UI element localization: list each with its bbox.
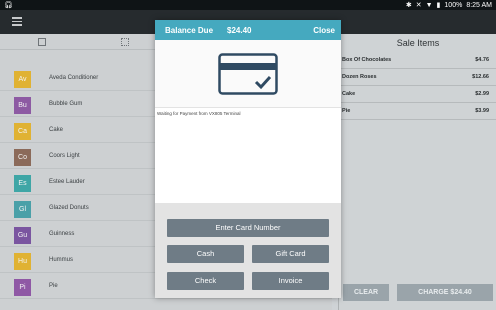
product-name: Coors Light: [49, 153, 80, 159]
sale-item-price: $2.99: [475, 91, 489, 97]
product-name: Bubble Gum: [49, 101, 83, 107]
wifi-icon: ▼: [425, 1, 433, 9]
product-swatch: Hu: [14, 253, 31, 270]
product-name: Estee Lauder: [49, 179, 85, 185]
calculator-icon[interactable]: [38, 38, 46, 46]
sale-item-name: Box Of Chocolates: [342, 57, 392, 63]
product-name: Aveda Conditioner: [49, 75, 99, 81]
product-swatch: Gl: [14, 201, 31, 218]
sale-item-price: $4.76: [475, 57, 489, 63]
credit-card-check-icon: [218, 53, 278, 95]
product-swatch: Co: [14, 149, 31, 166]
charge-button[interactable]: CHARGE $24.40: [397, 284, 493, 301]
product-name: Hummus: [49, 257, 74, 263]
sale-item-name: Dozen Roses: [342, 74, 377, 80]
enter-card-number-button[interactable]: Enter Card Number: [167, 219, 329, 237]
product-name: Guinness: [49, 231, 75, 237]
close-button[interactable]: Close: [313, 26, 335, 35]
sale-item-name: Pie: [342, 108, 351, 114]
product-swatch: Av: [14, 71, 31, 88]
status-bar: 🎧︎ ✱ ✕ ▼ ▮ 100% 8:25 AM: [0, 0, 496, 10]
sale-item-name: Cake: [342, 91, 356, 97]
sale-item-row[interactable]: Dozen Roses $12.66: [339, 69, 496, 86]
check-button[interactable]: Check: [167, 272, 244, 290]
product-swatch: Bu: [14, 97, 31, 114]
gift-card-button[interactable]: Gift Card: [252, 245, 329, 263]
payment-status-text: Waiting for Payment from VX805 Terminal: [157, 111, 241, 116]
product-swatch: Es: [14, 175, 31, 192]
sale-item-price: $3.99: [475, 108, 489, 114]
sale-pane: Sale Items Box Of Chocolates $4.76 Dozen R…: [338, 34, 496, 310]
sale-item-price: $12.66: [472, 74, 489, 80]
product-swatch: Gu: [14, 227, 31, 244]
grid-icon[interactable]: [121, 38, 129, 46]
payment-button-area: Enter Card Number Cash Gift Card Check I…: [155, 203, 341, 298]
product-name: Cake: [49, 127, 64, 133]
product-swatch: Pi: [14, 279, 31, 296]
payment-dialog: Balance Due $24.40 Close Waiting for Pay…: [155, 20, 341, 298]
product-name: Glazed Donuts: [49, 205, 89, 211]
product-swatch: Ca: [14, 123, 31, 140]
sale-item-row[interactable]: Cake $2.99: [339, 86, 496, 103]
sale-item-row[interactable]: Pie $3.99: [339, 103, 496, 120]
menu-icon[interactable]: [12, 17, 22, 26]
battery-level: 100%: [444, 1, 463, 9]
product-name: Pie: [49, 283, 58, 289]
clear-button[interactable]: CLEAR: [343, 284, 389, 301]
clock: 8:25 AM: [466, 1, 492, 9]
bluetooth-icon: ✱: [405, 2, 412, 9]
cash-button[interactable]: Cash: [167, 245, 244, 263]
sale-item-row[interactable]: Box Of Chocolates $4.76: [339, 52, 496, 69]
status-icons: ✱ ✕ ▼ ▮ 100% 8:25 AM: [405, 1, 492, 10]
headset-icon: 🎧︎: [4, 2, 13, 9]
battery-icon: ▮: [436, 2, 441, 9]
dialog-header: Balance Due $24.40 Close: [155, 20, 341, 40]
invoice-button[interactable]: Invoice: [252, 272, 329, 290]
payment-status-area: Waiting for Payment from VX805 Terminal: [155, 107, 341, 203]
mute-icon: ✕: [415, 2, 422, 9]
dialog-title: Balance Due: [165, 26, 214, 35]
sale-title: Sale Items: [396, 38, 440, 48]
balance-amount: $24.40: [227, 26, 252, 35]
